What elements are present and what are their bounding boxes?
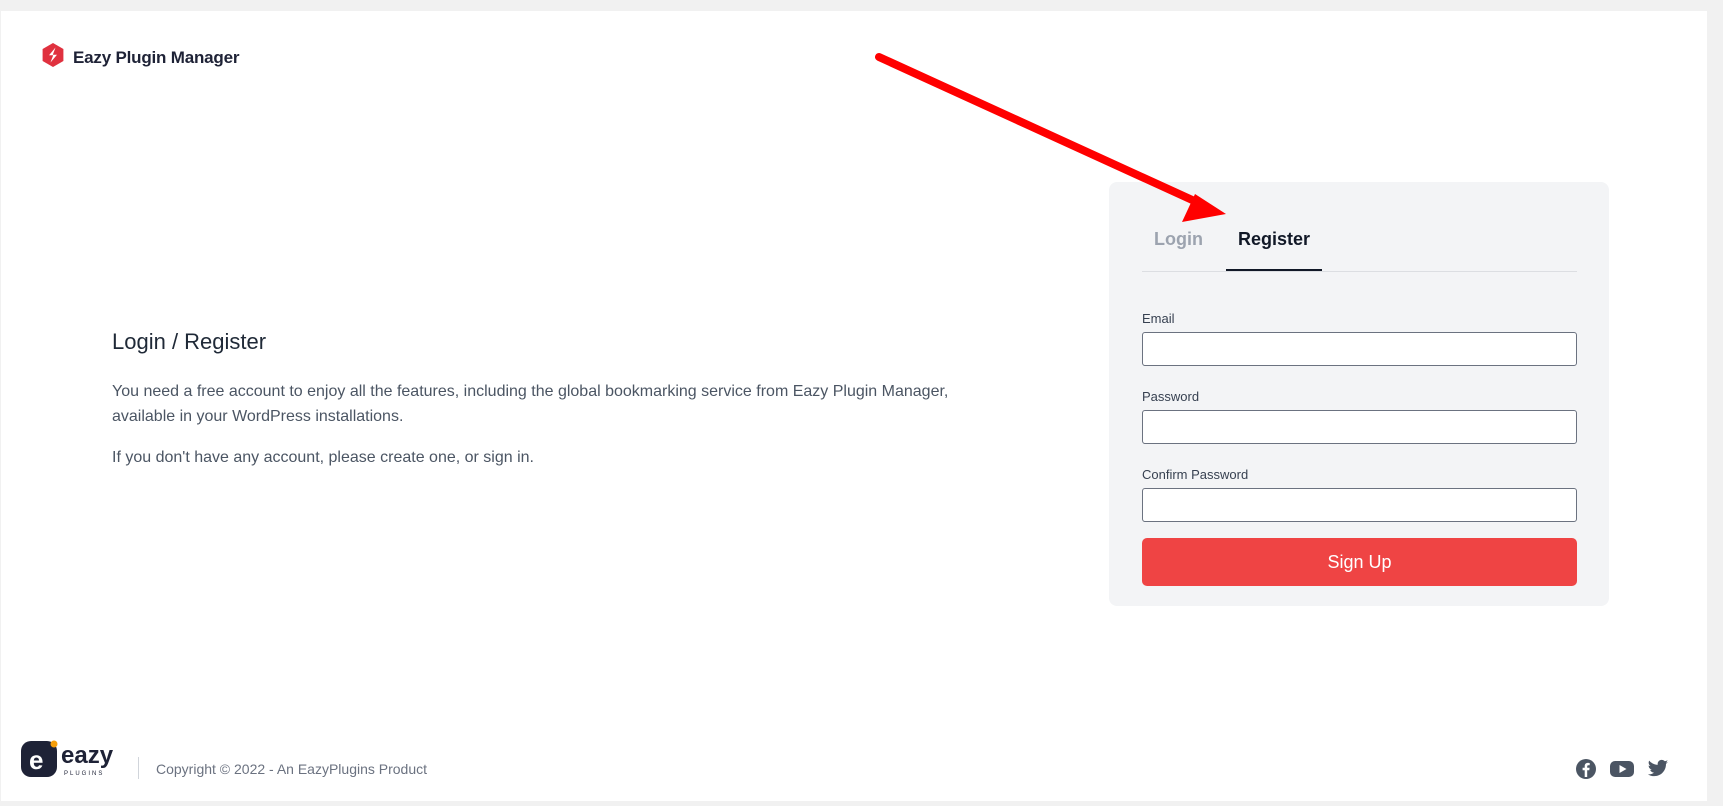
copyright-text: Copyright © 2022 - An EazyPlugins Produc… bbox=[156, 761, 428, 777]
brand-name: Eazy Plugin Manager bbox=[73, 47, 240, 67]
facebook-icon[interactable] bbox=[1575, 758, 1597, 780]
footer-logo-text: eazy bbox=[61, 742, 114, 769]
tab-register[interactable]: Register bbox=[1226, 229, 1323, 271]
page-title: Login / Register bbox=[112, 329, 267, 354]
page-container: Eazy Plugin Manager Login / Register You… bbox=[1, 11, 1707, 801]
password-label: Password bbox=[1142, 389, 1200, 404]
intro-paragraph-1: You need a free account to enjoy all the… bbox=[112, 383, 949, 425]
footer-divider bbox=[138, 757, 139, 779]
intro-paragraph-2: If you don't have any account, please cr… bbox=[112, 449, 534, 466]
email-field-group: Email bbox=[1142, 311, 1577, 366]
confirm-password-field-group: Confirm Password bbox=[1142, 467, 1577, 522]
social-links bbox=[1575, 758, 1669, 780]
svg-text:e: e bbox=[29, 745, 43, 775]
email-input[interactable] bbox=[1142, 332, 1577, 366]
eazy-plugin-manager-logo-icon bbox=[40, 42, 66, 73]
eazyplugins-logo[interactable]: e eazy PLUGINS bbox=[21, 739, 141, 779]
brand-logo[interactable]: Eazy Plugin Manager bbox=[40, 42, 239, 73]
tab-login[interactable]: Login bbox=[1142, 229, 1215, 271]
confirm-password-input[interactable] bbox=[1142, 488, 1577, 522]
intro-section: Login / Register You need a free account… bbox=[112, 329, 992, 486]
twitter-icon[interactable] bbox=[1647, 759, 1669, 779]
auth-tabs: Login Register bbox=[1142, 182, 1577, 272]
password-input[interactable] bbox=[1142, 410, 1577, 444]
youtube-icon[interactable] bbox=[1609, 759, 1635, 779]
confirm-password-label: Confirm Password bbox=[1142, 467, 1249, 482]
auth-card: Login Register Email Password Confirm Pa… bbox=[1109, 182, 1609, 606]
password-field-group: Password bbox=[1142, 389, 1577, 444]
footer-logo-subtext: PLUGINS bbox=[64, 771, 104, 777]
sign-up-button[interactable]: Sign Up bbox=[1142, 538, 1577, 586]
email-label: Email bbox=[1142, 311, 1175, 326]
